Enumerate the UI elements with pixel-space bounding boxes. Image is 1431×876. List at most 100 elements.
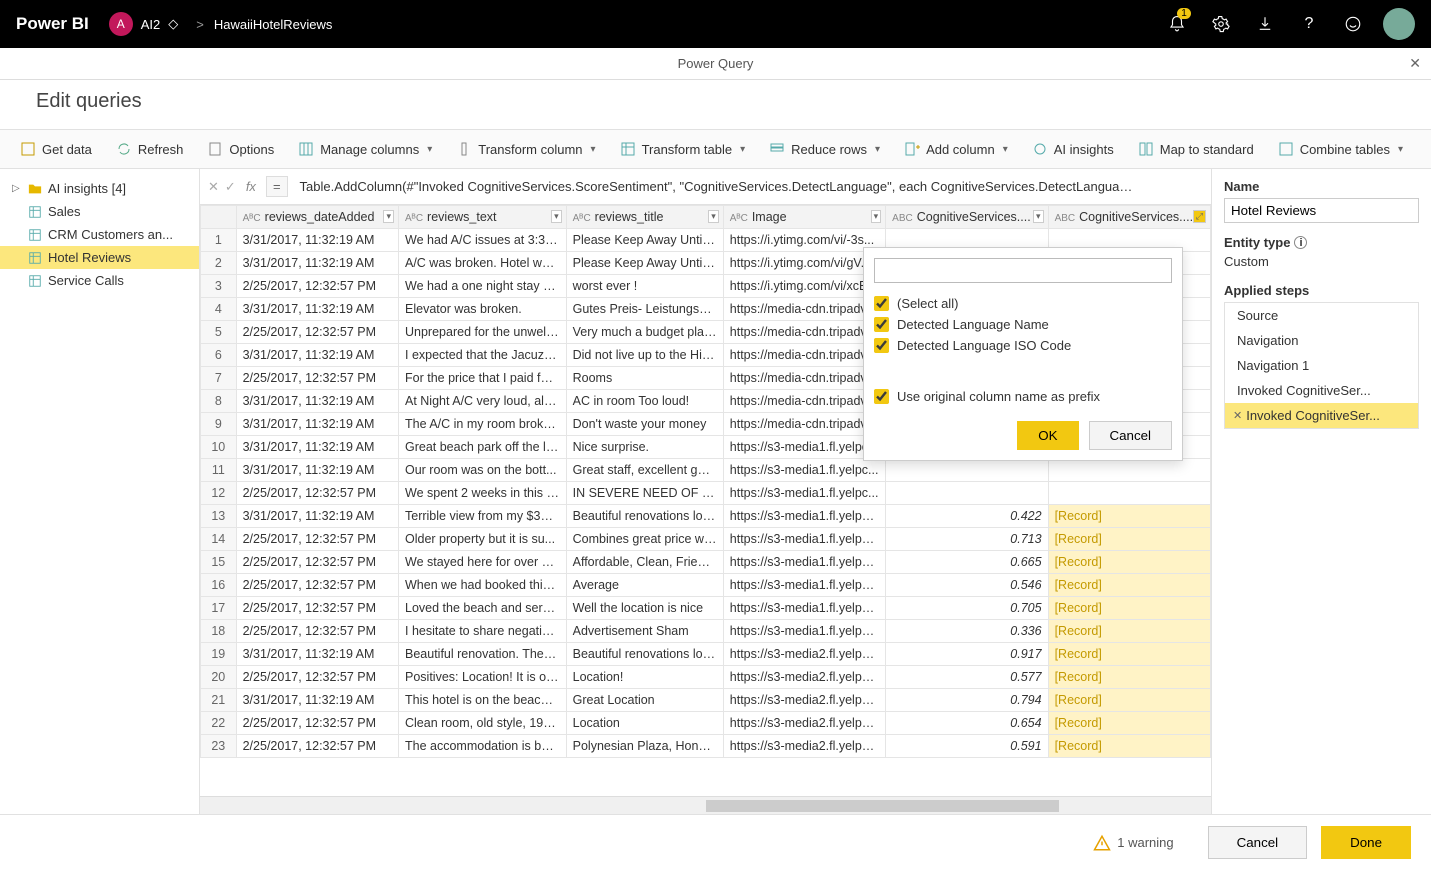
cell[interactable]: 2/25/2017, 12:32:57 PM [236, 551, 398, 574]
cell[interactable]: 0.546 [886, 574, 1048, 597]
column-header[interactable]: AᴮCreviews_title▾ [566, 206, 723, 229]
column-header[interactable]: AᴮCreviews_text▾ [399, 206, 567, 229]
record-cell[interactable]: [Record] [1048, 643, 1210, 666]
formula-text[interactable]: Table.AddColumn(#"Invoked CognitiveServi… [294, 179, 1203, 194]
cell[interactable]: 3/31/2017, 11:32:19 AM [236, 252, 398, 275]
cell[interactable]: IN SEVERE NEED OF UPDA... [566, 482, 723, 505]
data-grid[interactable]: AᴮCreviews_dateAdded▾AᴮCreviews_text▾AᴮC… [200, 205, 1211, 796]
cell[interactable]: https://s3-media1.fl.yelpcd... [723, 597, 885, 620]
cell[interactable]: https://s3-media2.fl.yelpcd... [723, 666, 885, 689]
applied-step[interactable]: Navigation [1225, 328, 1418, 353]
cell[interactable]: Combines great price with ... [566, 528, 723, 551]
table-row[interactable]: 193/31/2017, 11:32:19 AMBeautiful renova… [201, 643, 1211, 666]
cell[interactable]: https://s3-media1.fl.yelpcd... [723, 528, 885, 551]
cell[interactable]: Great Location [566, 689, 723, 712]
cell[interactable]: 3/31/2017, 11:32:19 AM [236, 505, 398, 528]
cell[interactable]: We had A/C issues at 3:30 ... [399, 229, 567, 252]
cell[interactable]: https://media-cdn.tripadv... [723, 298, 885, 321]
cell[interactable]: https://i.ytimg.com/vi/gV... [723, 252, 885, 275]
cell[interactable]: 0.591 [886, 735, 1048, 758]
query-item[interactable]: Service Calls [0, 269, 199, 292]
cell[interactable]: Great beach park off the la... [399, 436, 567, 459]
cell[interactable]: https://media-cdn.tripadv... [723, 344, 885, 367]
cell[interactable]: https://s3-media1.fl.yelpcd... [723, 505, 885, 528]
query-item[interactable]: Hotel Reviews [0, 246, 199, 269]
cell[interactable]: 2/25/2017, 12:32:57 PM [236, 275, 398, 298]
table-row[interactable]: 113/31/2017, 11:32:19 AMOur room was on … [201, 459, 1211, 482]
cell[interactable]: Beautiful renovations locat... [566, 643, 723, 666]
column-filter-icon[interactable]: ▾ [383, 210, 394, 223]
query-item[interactable]: CRM Customers an... [0, 223, 199, 246]
cell[interactable]: At Night A/C very loud, als... [399, 390, 567, 413]
table-row[interactable]: 133/31/2017, 11:32:19 AMTerrible view fr… [201, 505, 1211, 528]
cell[interactable]: worst ever ! [566, 275, 723, 298]
cell[interactable]: Unprepared for the unwelc... [399, 321, 567, 344]
cell[interactable]: https://media-cdn.tripadv... [723, 321, 885, 344]
prefix-checkbox[interactable] [874, 389, 889, 404]
cell[interactable]: 3/31/2017, 11:32:19 AM [236, 229, 398, 252]
popup-ok-button[interactable]: OK [1017, 421, 1078, 450]
cell[interactable]: The accommodation is bas... [399, 735, 567, 758]
table-row[interactable]: 232/25/2017, 12:32:57 PMThe accommodatio… [201, 735, 1211, 758]
cell[interactable]: Great staff, excellent getaw... [566, 459, 723, 482]
cell[interactable]: 2/25/2017, 12:32:57 PM [236, 528, 398, 551]
combine-tables-button[interactable]: Combine tables▾ [1268, 129, 1413, 169]
cell[interactable]: https://s3-media1.fl.yelpc... [723, 436, 885, 459]
cell[interactable]: 0.705 [886, 597, 1048, 620]
cell[interactable]: Gutes Preis- Leistungsverh... [566, 298, 723, 321]
ai-insights-button[interactable]: AI insights [1022, 129, 1124, 169]
applied-step[interactable]: Navigation 1 [1225, 353, 1418, 378]
column-header[interactable]: AᴮCImage▾ [723, 206, 885, 229]
cell[interactable]: Beautiful renovation. The h... [399, 643, 567, 666]
rownum-header[interactable] [201, 206, 237, 229]
column-filter-icon[interactable]: ▾ [871, 210, 882, 223]
table-row[interactable]: 202/25/2017, 12:32:57 PMPositives: Locat… [201, 666, 1211, 689]
cell[interactable]: We spent 2 weeks in this h... [399, 482, 567, 505]
cell[interactable] [886, 482, 1048, 505]
cell[interactable]: 0.336 [886, 620, 1048, 643]
cell[interactable]: 0.794 [886, 689, 1048, 712]
cell[interactable]: Location [566, 712, 723, 735]
cell[interactable]: 2/25/2017, 12:32:57 PM [236, 620, 398, 643]
expand-search-input[interactable] [874, 258, 1172, 283]
table-row[interactable]: 222/25/2017, 12:32:57 PMClean room, old … [201, 712, 1211, 735]
record-cell[interactable]: [Record] [1048, 735, 1210, 758]
column-filter-icon[interactable]: ▾ [551, 210, 562, 223]
cell[interactable]: Nice surprise. [566, 436, 723, 459]
cell[interactable]: 0.713 [886, 528, 1048, 551]
cell[interactable]: 2/25/2017, 12:32:57 PM [236, 666, 398, 689]
horizontal-scrollbar[interactable] [200, 796, 1211, 814]
cell[interactable]: https://i.ytimg.com/vi/xcE... [723, 275, 885, 298]
cell[interactable]: AC in room Too loud! [566, 390, 723, 413]
column-header[interactable]: AᴮCreviews_dateAdded▾ [236, 206, 398, 229]
cell[interactable]: 0.422 [886, 505, 1048, 528]
table-row[interactable]: 142/25/2017, 12:32:57 PMOlder property b… [201, 528, 1211, 551]
cell[interactable]: 2/25/2017, 12:32:57 PM [236, 482, 398, 505]
cell[interactable]: The A/C in my room broke... [399, 413, 567, 436]
column-filter-icon[interactable]: ▾ [708, 210, 719, 223]
cell[interactable]: 3/31/2017, 11:32:19 AM [236, 298, 398, 321]
cell[interactable]: 0.665 [886, 551, 1048, 574]
cell[interactable]: 0.654 [886, 712, 1048, 735]
commit-formula-icon[interactable]: ✓ [225, 179, 236, 195]
detected-language-iso-option[interactable]: Detected Language ISO Code [874, 335, 1172, 356]
close-button[interactable]: ✕ [1409, 55, 1421, 72]
detected-language-name-option[interactable]: Detected Language Name [874, 314, 1172, 335]
footer-cancel-button[interactable]: Cancel [1208, 826, 1308, 859]
add-column-button[interactable]: Add column▾ [894, 129, 1018, 169]
cell[interactable]: 3/31/2017, 11:32:19 AM [236, 344, 398, 367]
record-cell[interactable]: [Record] [1048, 666, 1210, 689]
manage-columns-button[interactable]: Manage columns▾ [288, 129, 442, 169]
cell[interactable]: 3/31/2017, 11:32:19 AM [236, 413, 398, 436]
cell[interactable]: Well the location is nice [566, 597, 723, 620]
cell[interactable]: https://s3-media2.fl.yelpcd... [723, 643, 885, 666]
cell[interactable]: Affordable, Clean, Friendly ... [566, 551, 723, 574]
cell[interactable]: Don't waste your money [566, 413, 723, 436]
cell[interactable]: Did not live up to the Hilto... [566, 344, 723, 367]
cell[interactable]: This hotel is on the beach ... [399, 689, 567, 712]
cell[interactable]: Our room was on the bott... [399, 459, 567, 482]
cell[interactable]: We stayed here for over a ... [399, 551, 567, 574]
table-row[interactable]: 162/25/2017, 12:32:57 PMWhen we had book… [201, 574, 1211, 597]
info-icon[interactable]: i [1294, 236, 1307, 249]
popup-cancel-button[interactable]: Cancel [1089, 421, 1173, 450]
